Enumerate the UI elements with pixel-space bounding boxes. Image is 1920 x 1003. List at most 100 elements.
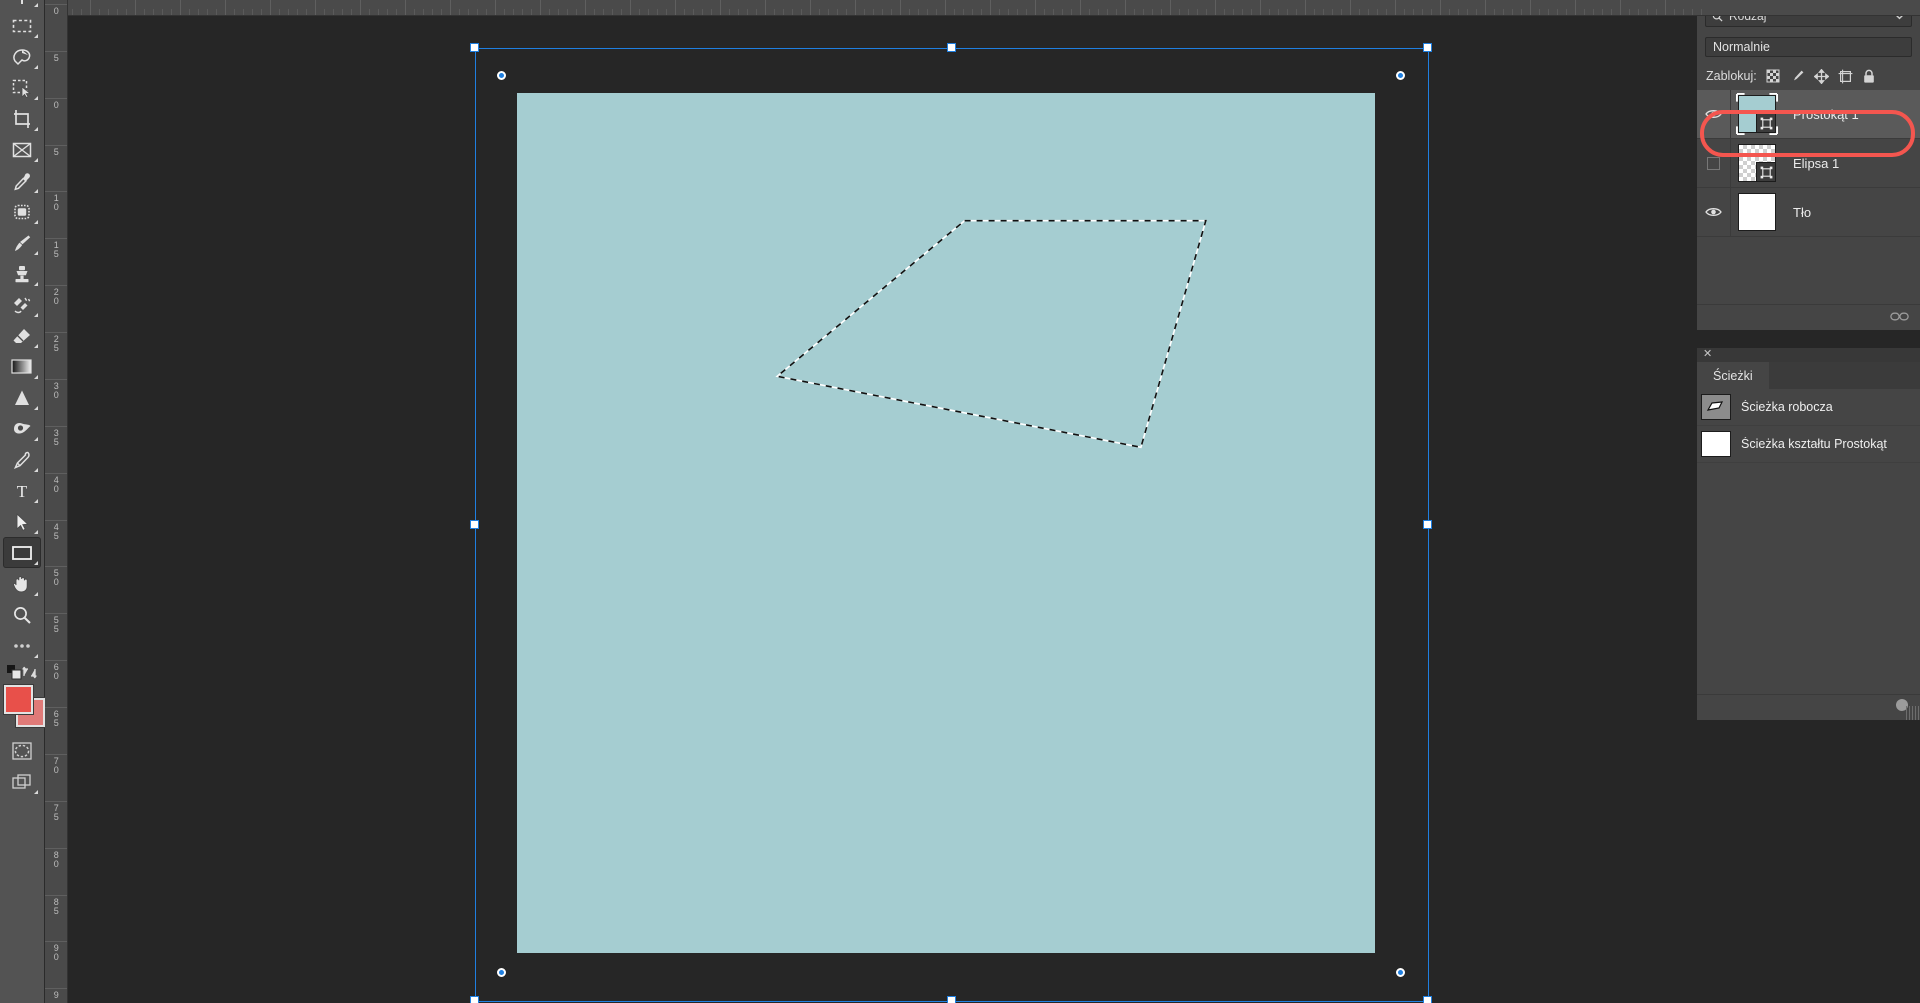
rectangle-tool[interactable] — [3, 537, 41, 568]
ruler-tick — [1485, 0, 1486, 15]
transform-handle-top-left[interactable] — [470, 43, 479, 52]
layer-name[interactable]: Tło — [1783, 205, 1811, 220]
history-brush-tool[interactable] — [3, 289, 41, 320]
blur-tool[interactable] — [3, 382, 41, 413]
layer-visibility-toggle[interactable] — [1697, 138, 1731, 188]
hand-tool[interactable] — [3, 568, 41, 599]
tool-expand-corner-icon — [34, 3, 38, 7]
ruler-tick — [45, 426, 67, 427]
transform-handle-bottom-left[interactable] — [470, 996, 479, 1003]
gradient-tool[interactable] — [3, 351, 41, 382]
layer-visibility-toggle[interactable] — [1697, 89, 1731, 139]
path-selection-tool[interactable] — [3, 506, 41, 537]
layers-panel-footer[interactable] — [1697, 304, 1920, 330]
layer-thumbnail[interactable] — [1738, 144, 1776, 182]
crop-tool[interactable] — [3, 103, 41, 134]
vector-mask-badge-icon[interactable] — [1756, 113, 1776, 133]
layer-thumbnail[interactable] — [1736, 93, 1778, 135]
resize-grip[interactable] — [1906, 706, 1920, 720]
path-name[interactable]: Ścieżka kształtu Prostokąt — [1731, 437, 1887, 451]
rotate-handle-bottom-right[interactable] — [1396, 968, 1405, 977]
lock-all-icon[interactable] — [1862, 69, 1877, 84]
lock-row[interactable]: Zablokuj: — [1697, 62, 1920, 90]
foreground-color-swatch[interactable] — [4, 685, 33, 714]
layer-row-tlo[interactable]: Tło — [1697, 187, 1920, 237]
brush-tool[interactable] — [3, 227, 41, 258]
paths-panel-footer[interactable] — [1697, 694, 1920, 720]
artboard-canvas[interactable] — [517, 93, 1375, 953]
layer-name[interactable]: Elipsa 1 — [1783, 156, 1839, 171]
tab-paths[interactable]: Ścieżki — [1697, 362, 1769, 389]
eye-off-icon[interactable] — [1707, 156, 1720, 170]
canvas-work-area[interactable] — [67, 15, 1697, 1003]
transform-handle-middle-left[interactable] — [470, 520, 479, 529]
eraser-tool[interactable] — [3, 320, 41, 351]
layer-row-elipsa-1[interactable]: Elipsa 1 — [1697, 138, 1920, 188]
ruler-tick — [648, 9, 649, 15]
quick-selection-tool[interactable] — [3, 72, 41, 103]
tools-panel[interactable]: T — [0, 0, 45, 1003]
rotate-handle-top-right[interactable] — [1396, 71, 1405, 80]
path-row-work-path[interactable]: Ścieżka robocza — [1697, 389, 1920, 426]
horizontal-type-tool[interactable]: T — [3, 475, 41, 506]
right-dock[interactable]: Rodzaj Normalnie Zablokuj: Prostokąt 1 E… — [1697, 0, 1920, 1003]
layer-thumbnail-cell[interactable] — [1731, 193, 1783, 231]
color-mini-controls[interactable] — [3, 661, 41, 683]
layer-thumbnail[interactable] — [1738, 193, 1776, 231]
transform-edge-left[interactable] — [475, 48, 476, 1001]
transform-handle-top-right[interactable] — [1423, 43, 1432, 52]
transform-handle-middle-right[interactable] — [1423, 520, 1432, 529]
lock-artboard-nesting-icon[interactable] — [1838, 69, 1853, 84]
layer-thumbnail-cell[interactable] — [1731, 144, 1783, 182]
layer-visibility-toggle[interactable] — [1697, 187, 1731, 237]
layer-thumbnail-cell[interactable] — [1731, 93, 1783, 135]
layer-name[interactable]: Prostokąt 1 — [1783, 107, 1859, 122]
tool-expand-corner-icon — [34, 406, 38, 410]
transform-handle-bottom-center[interactable] — [947, 996, 956, 1003]
transform-edge-right[interactable] — [1428, 48, 1429, 1001]
lasso-tool[interactable] — [3, 41, 41, 72]
vector-mask-badge-icon[interactable] — [1756, 162, 1776, 182]
transform-edge-bottom[interactable] — [475, 1001, 1429, 1002]
rotate-handle-top-left[interactable] — [497, 71, 506, 80]
transform-handle-top-center[interactable] — [947, 43, 956, 52]
color-swatches[interactable] — [3, 685, 45, 729]
paths-panel[interactable]: ✕ Ścieżki Ścieżka robocza Ścieżka kształ… — [1697, 348, 1920, 720]
spot-healing-brush-tool[interactable] — [3, 196, 41, 227]
path-thumbnail[interactable] — [1701, 394, 1731, 420]
layer-row-prostokat-1[interactable]: Prostokąt 1 — [1697, 89, 1920, 139]
tool-expand-corner-icon — [34, 499, 38, 503]
lock-transparent-pixels-icon[interactable] — [1766, 69, 1781, 84]
ruler-tick — [1062, 9, 1063, 15]
screen-mode-icon[interactable] — [3, 766, 41, 797]
frame-tool[interactable] — [3, 134, 41, 165]
pen-tool[interactable] — [3, 444, 41, 475]
paths-tab-row[interactable]: Ścieżki — [1697, 362, 1920, 389]
clone-stamp-tool[interactable] — [3, 258, 41, 289]
paths-panel-titlebar[interactable]: ✕ — [1697, 348, 1920, 362]
quick-mask-icon[interactable] — [3, 735, 41, 766]
transform-handle-bottom-right[interactable] — [1423, 996, 1432, 1003]
zoom-tool[interactable] — [3, 599, 41, 630]
ruler-tick — [126, 9, 127, 15]
ruler-tick — [945, 0, 946, 15]
path-name[interactable]: Ścieżka robocza — [1731, 400, 1833, 414]
transform-edge-top[interactable] — [475, 48, 1429, 49]
path-row-shape-path[interactable]: Ścieżka kształtu Prostokąt — [1697, 426, 1920, 463]
layers-panel[interactable]: Rodzaj Normalnie Zablokuj: Prostokąt 1 E… — [1697, 0, 1920, 330]
blend-mode-select[interactable]: Normalnie — [1705, 37, 1912, 57]
path-thumbnail[interactable] — [1701, 431, 1731, 457]
rotate-handle-bottom-left[interactable] — [497, 968, 506, 977]
ruler-label: 7 5 — [53, 803, 59, 822]
lock-image-pixels-icon[interactable] — [1790, 69, 1805, 84]
ruler-tick — [1125, 0, 1126, 15]
lock-position-icon[interactable] — [1813, 68, 1829, 84]
rectangular-marquee-tool[interactable] — [3, 10, 41, 41]
eyedropper-tool[interactable] — [3, 165, 41, 196]
dodge-tool[interactable] — [3, 413, 41, 444]
move-tool[interactable] — [3, 0, 41, 10]
link-layers-icon[interactable] — [1890, 309, 1909, 327]
close-icon[interactable]: ✕ — [1703, 349, 1712, 360]
blend-mode-row[interactable]: Normalnie — [1697, 32, 1920, 62]
edit-toolbar-tool[interactable] — [3, 630, 41, 661]
